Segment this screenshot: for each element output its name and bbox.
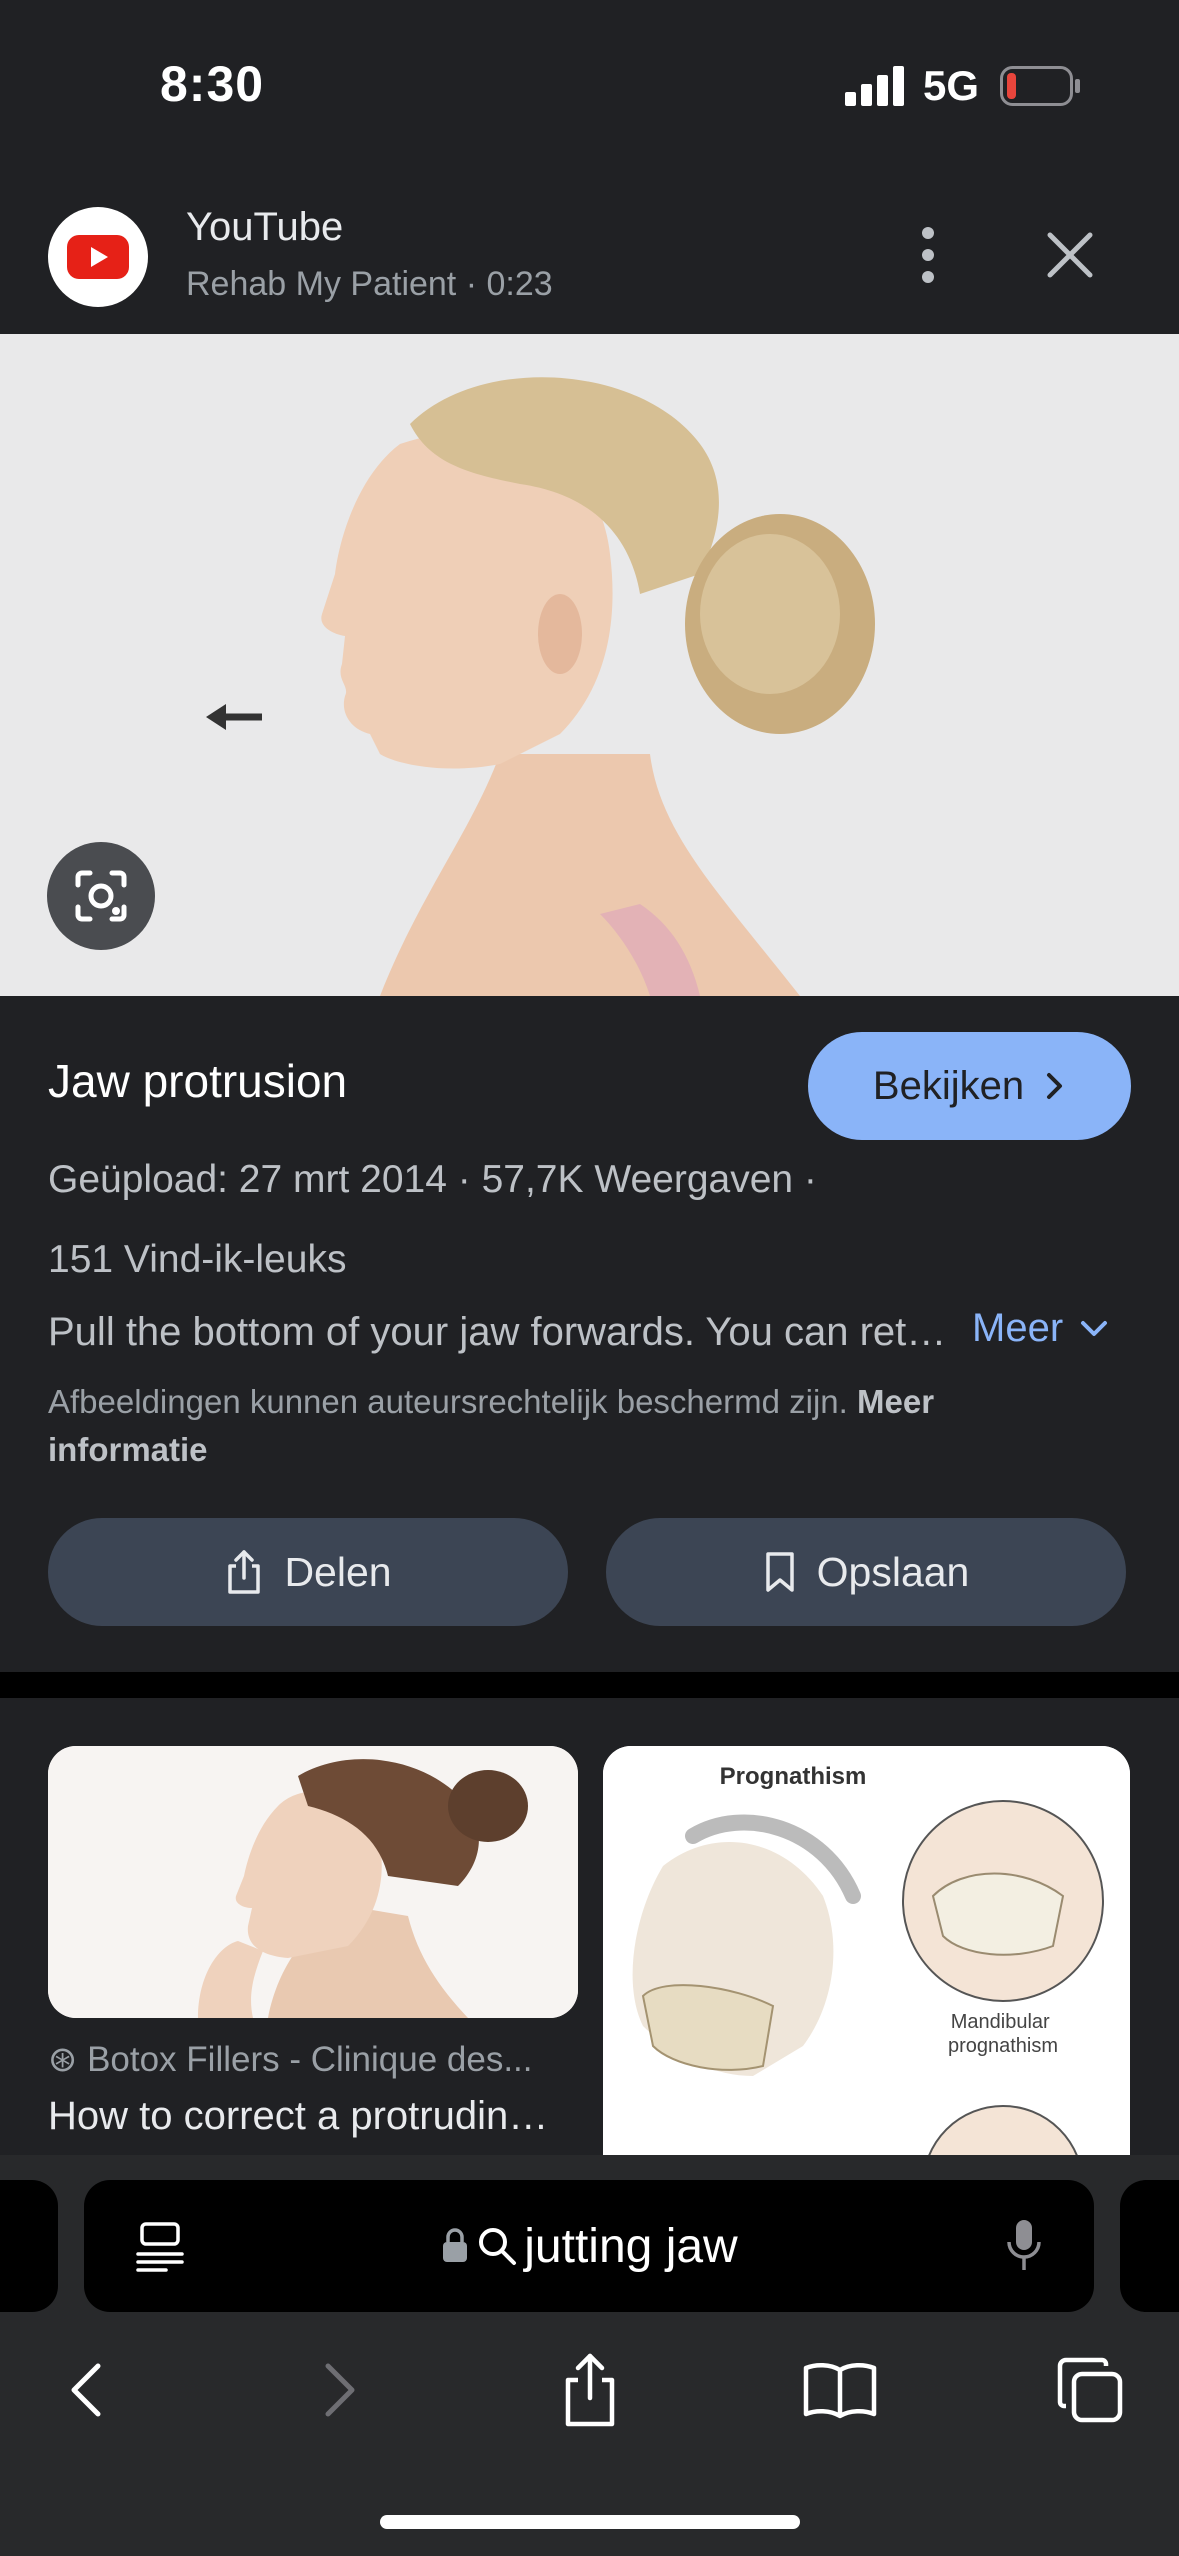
tabs-icon: [1057, 2357, 1123, 2423]
search-query: jutting jaw: [524, 2219, 738, 2273]
copyright-notice: Afbeeldingen kunnen auteursrechtelijk be…: [48, 1378, 1078, 1474]
video-description: Pull the bottom of your jaw forwards. Yo…: [48, 1310, 948, 1354]
chevron-right-icon: [325, 2363, 355, 2417]
back-button[interactable]: [36, 2350, 136, 2430]
lock-icon: [443, 2228, 468, 2262]
related-image-2[interactable]: Prognathism Mandibular prognathism: [603, 1746, 1130, 2166]
more-dot-icon: [922, 227, 934, 239]
section-divider: [0, 1672, 1179, 1698]
source-name[interactable]: YouTube: [186, 205, 343, 250]
related-title-1[interactable]: How to correct a protruding jaw: [48, 2094, 568, 2139]
signal-icon: [845, 66, 904, 106]
watch-button[interactable]: Bekijken: [808, 1032, 1131, 1140]
watch-button-label: Bekijken: [872, 1063, 1025, 1108]
more-label: Meer: [972, 1306, 1064, 1350]
bookmark-icon: [765, 1552, 794, 1592]
share-icon: [228, 1550, 261, 1594]
more-options-button[interactable]: [905, 220, 951, 290]
related-source-1-label: Botox Fillers - Clinique des...: [87, 2040, 533, 2079]
related-image-1[interactable]: [48, 1746, 578, 2018]
main-image[interactable]: [0, 334, 1179, 996]
home-indicator[interactable]: [380, 2515, 800, 2529]
address-bar[interactable]: jutting jaw: [84, 2180, 1094, 2312]
video-title: Jaw protrusion: [48, 1055, 348, 1107]
book-icon: [803, 2363, 877, 2419]
battery-icon: [1000, 66, 1080, 106]
chevron-left-icon: [71, 2363, 101, 2417]
share-page-button[interactable]: [540, 2350, 640, 2430]
youtube-logo-icon: [48, 207, 148, 307]
bookmarks-button[interactable]: [790, 2350, 890, 2430]
likes-meta: 151 Vind-ik-leuks: [48, 1238, 347, 1281]
profile-illustration: [0, 334, 1179, 996]
more-dot-icon: [922, 249, 934, 261]
share-label: Delen: [284, 1548, 392, 1595]
more-dot-icon: [922, 271, 934, 283]
globe-icon: ⊛: [48, 2040, 88, 2079]
save-label: Opslaan: [816, 1548, 970, 1595]
upload-meta: Geüpload: 27 mrt 2014 · 57,7K Weergaven …: [48, 1158, 817, 1201]
share-button[interactable]: Delen: [48, 1518, 568, 1626]
copyright-text: Afbeeldingen kunnen auteursrechtelijk be…: [48, 1383, 848, 1420]
tabs-button[interactable]: [1040, 2350, 1140, 2430]
search-icon: [479, 2228, 517, 2265]
network-label: 5G: [923, 62, 980, 109]
chevron-right-icon: [1047, 1073, 1063, 1099]
close-icon[interactable]: [1040, 225, 1100, 285]
chevron-down-icon: [1081, 1320, 1108, 1336]
forward-button[interactable]: [290, 2350, 390, 2430]
related-image-2-illustration: Prognathism Mandibular prognathism: [603, 1746, 1130, 2166]
share-icon: [565, 2353, 615, 2427]
related-image-2-caption-title: Prognathism: [720, 1763, 867, 1790]
related-source-1: ⊛ Botox Fillers - Clinique des...: [48, 2040, 533, 2080]
lens-icon: [75, 870, 127, 922]
save-button[interactable]: Opslaan: [606, 1518, 1126, 1626]
more-description-button[interactable]: Meer: [972, 1306, 1109, 1351]
source-subtitle: Rehab My Patient · 0:23: [186, 265, 553, 303]
lens-search-button[interactable]: [47, 842, 155, 950]
microphone-icon[interactable]: [1006, 2218, 1042, 2274]
status-time: 8:30: [160, 56, 265, 112]
address-content: jutting jaw: [84, 2180, 1094, 2312]
next-tab-preview[interactable]: [1120, 2180, 1179, 2312]
previous-tab-preview[interactable]: [0, 2180, 58, 2312]
related-image-1-illustration: [48, 1746, 578, 2018]
